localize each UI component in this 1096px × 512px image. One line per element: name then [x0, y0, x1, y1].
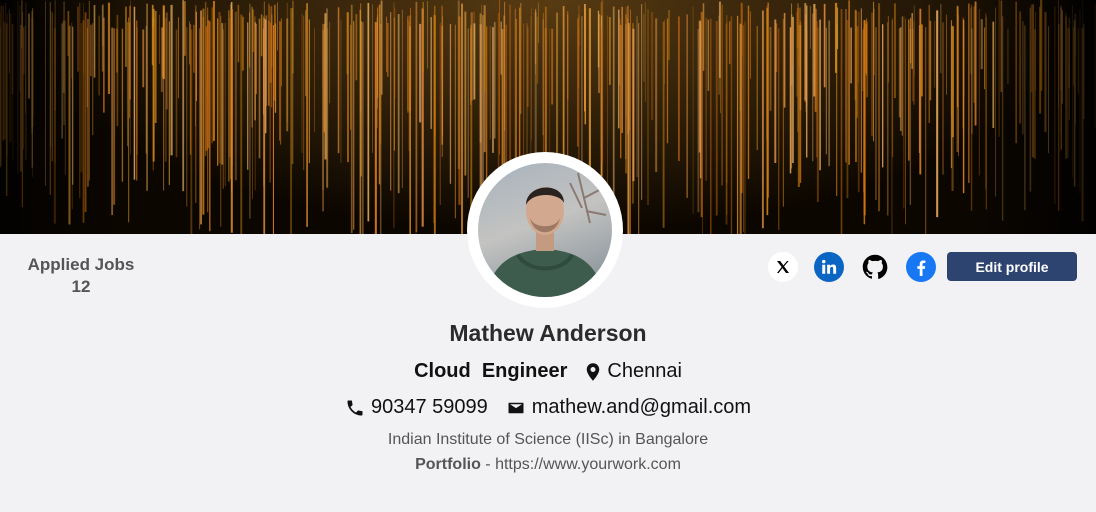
avatar-photo: [486, 172, 607, 297]
applied-jobs-stat[interactable]: Applied Jobs 12: [22, 255, 140, 297]
github-link[interactable]: [860, 252, 890, 282]
phone[interactable]: 90347 59099: [345, 396, 488, 419]
applied-jobs-label: Applied Jobs: [27, 255, 135, 274]
linkedin-icon: [822, 259, 837, 274]
location: Chennai: [583, 360, 682, 383]
location-pin-icon: [587, 362, 600, 381]
location-text: Chennai: [607, 360, 682, 382]
x-icon: [777, 261, 789, 273]
institute: Indian Institute of Science (IISc) in Ba…: [387, 431, 709, 448]
phone-number: 90347 59099: [370, 396, 488, 418]
profile-name: Mathew Anderson: [449, 320, 647, 346]
email[interactable]: mathew.and@gmail.com: [506, 396, 751, 419]
role-location-line: Cloud Engineer Chennai: [0, 360, 1096, 383]
email-address: mathew.and@gmail.com: [531, 396, 752, 418]
github-icon: [862, 254, 888, 279]
contact-line: 90347 59099 mathew.and@gmail.com: [0, 396, 1096, 419]
email-icon: [508, 402, 524, 413]
facebook-link[interactable]: [906, 252, 936, 282]
facebook-icon: [917, 260, 926, 276]
social-links: [768, 252, 936, 282]
job-title: Cloud Engineer: [414, 360, 568, 382]
portfolio-link[interactable]: https://www.yourwork.com: [495, 456, 681, 473]
linkedin-link[interactable]: [814, 252, 844, 282]
x-link[interactable]: [768, 252, 798, 282]
portfolio-separator: -: [480, 456, 496, 473]
portfolio-label: Portfolio: [415, 456, 481, 473]
avatar-frame: [467, 152, 623, 308]
applied-jobs-count: 12: [71, 277, 91, 296]
portfolio-line: Portfolio - https://www.yourwork.com: [0, 456, 1096, 474]
phone-icon: [347, 400, 363, 415]
avatar[interactable]: [478, 163, 612, 297]
edit-profile-button[interactable]: Edit profile: [947, 252, 1077, 281]
